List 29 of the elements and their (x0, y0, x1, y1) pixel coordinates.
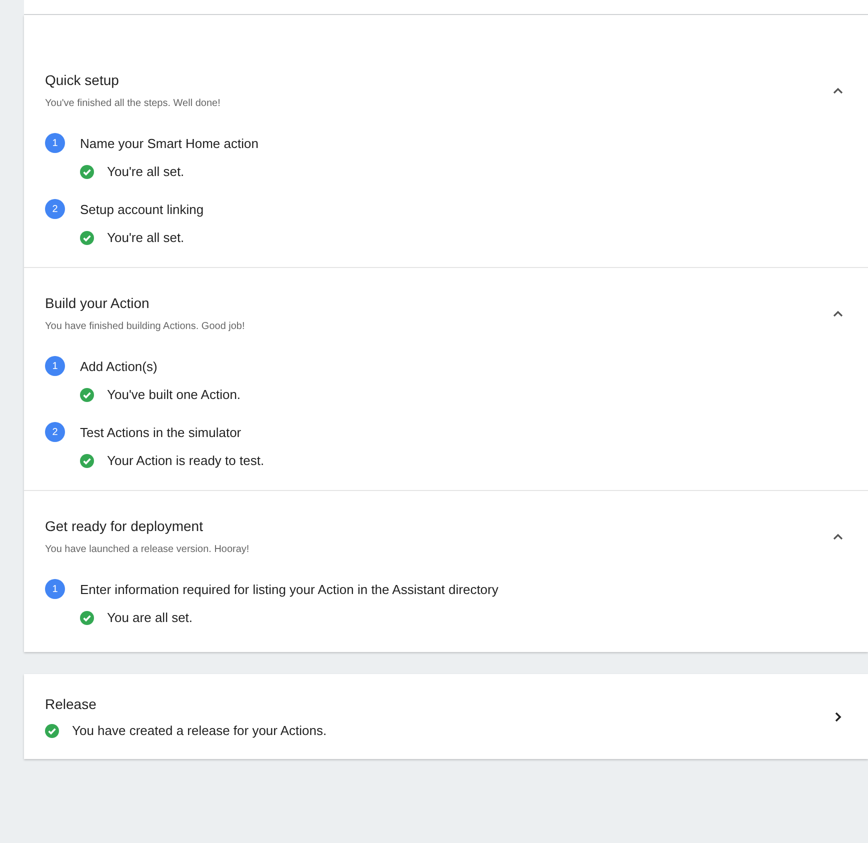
check-circle-icon (80, 388, 94, 402)
check-circle-icon (45, 724, 59, 738)
section-subtitle: You've finished all the steps. Well done! (45, 98, 220, 109)
check-circle-icon (80, 164, 94, 178)
step-label: Setup account linking (80, 202, 204, 216)
step-number: 1 (45, 579, 65, 599)
step-label: Add Action(s) (80, 358, 158, 374)
step-label: Test Actions in the simulator (80, 424, 242, 440)
check-circle-icon (80, 454, 94, 468)
step-label: Enter information required for listing your Action in the Assistant directory (80, 582, 498, 596)
step-status: You've built one Action. (107, 387, 241, 402)
step-label: Name your Smart Home action (80, 136, 258, 150)
check-circle-icon (80, 610, 94, 624)
section-title: Quick setup (45, 72, 120, 88)
release-status: You have created a release for your Actions. (72, 723, 327, 738)
section-title: Get ready for deployment (45, 518, 204, 534)
step-status: You're all set. (107, 164, 184, 179)
step-status: You're all set. (107, 230, 184, 245)
section-subtitle: You have launched a release version. Hooray! (45, 544, 250, 555)
section-subtitle: You have finished building Actions. Good job! (45, 321, 245, 332)
check-circle-icon (80, 230, 94, 244)
step-number: 2 (45, 199, 65, 219)
step-status: Your Action is ready to test. (107, 453, 264, 468)
section-title: Build your Action (45, 295, 150, 311)
section-title: Release (45, 696, 98, 712)
step-status: You are all set. (107, 610, 193, 625)
step-number: 1 (45, 356, 65, 376)
step-number: 2 (45, 422, 65, 442)
step-number: 1 (45, 133, 65, 153)
